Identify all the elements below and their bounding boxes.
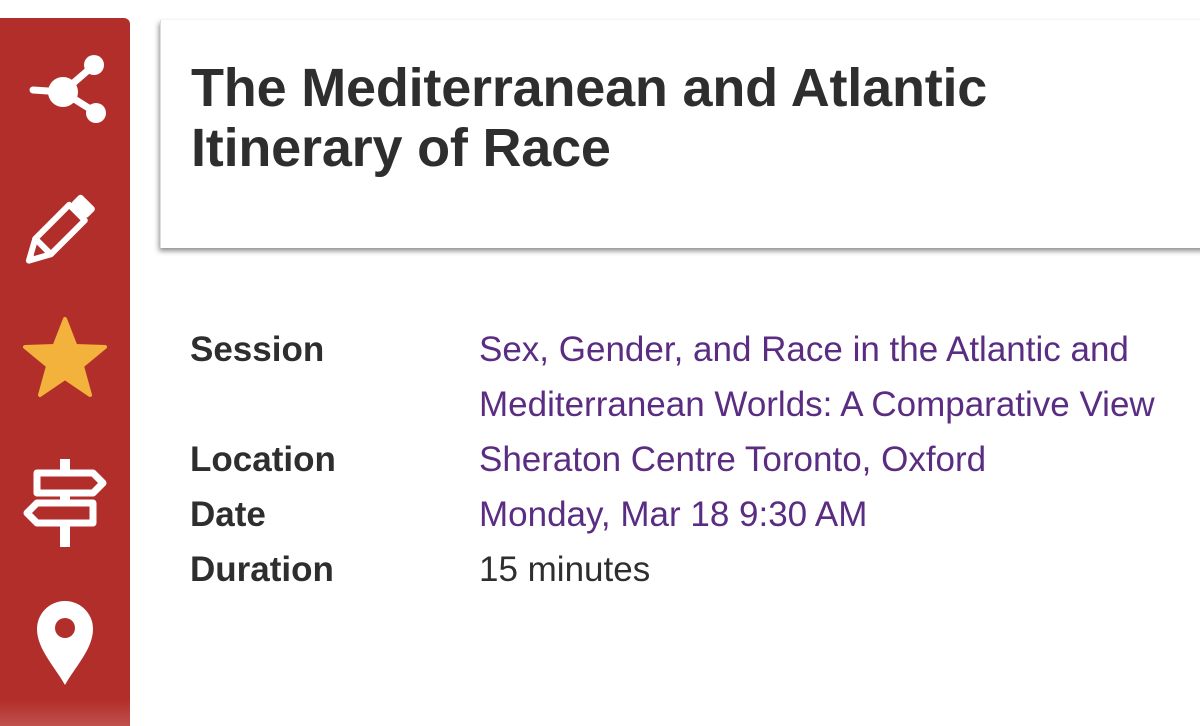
- session-link[interactable]: Sex, Gender, and Race in the Atlantic an…: [479, 322, 1169, 432]
- star-icon: [21, 315, 109, 403]
- share-icon: [23, 46, 107, 130]
- duration-value: 15 minutes: [479, 550, 651, 589]
- date-link[interactable]: Monday, Mar 18 9:30 AM: [479, 487, 1169, 542]
- duration-label: Duration: [190, 550, 334, 589]
- duration-row: Duration 15 minutes: [190, 542, 1190, 597]
- date-row: Date Monday, Mar 18 9:30 AM: [190, 487, 1190, 542]
- event-details: Session Sex, Gender, and Race in the Atl…: [190, 322, 1190, 597]
- session-row: Session Sex, Gender, and Race in the Atl…: [190, 322, 1190, 432]
- location-row: Location Sheraton Centre Toronto, Oxford: [190, 432, 1190, 487]
- directions-button[interactable]: [20, 458, 110, 548]
- location-label: Location: [190, 440, 336, 479]
- location-link[interactable]: Sheraton Centre Toronto, Oxford: [479, 432, 1169, 487]
- event-title: The Mediterranean and Atlantic Itinerary…: [191, 58, 988, 178]
- toolbar-scroll-edge: [0, 700, 130, 726]
- date-label: Date: [190, 495, 266, 534]
- location-button[interactable]: [20, 596, 110, 686]
- map-pin-icon: [25, 593, 105, 689]
- title-card: The Mediterranean and Atlantic Itinerary…: [160, 20, 1200, 248]
- share-button[interactable]: [20, 43, 110, 133]
- favorite-button[interactable]: [20, 314, 110, 404]
- session-label: Session: [190, 330, 325, 369]
- action-toolbar: [0, 18, 130, 726]
- event-detail-page: The Mediterranean and Atlantic Itinerary…: [0, 0, 1200, 726]
- signpost-icon: [23, 455, 107, 551]
- pencil-icon: [23, 184, 107, 268]
- edit-button[interactable]: [20, 181, 110, 271]
